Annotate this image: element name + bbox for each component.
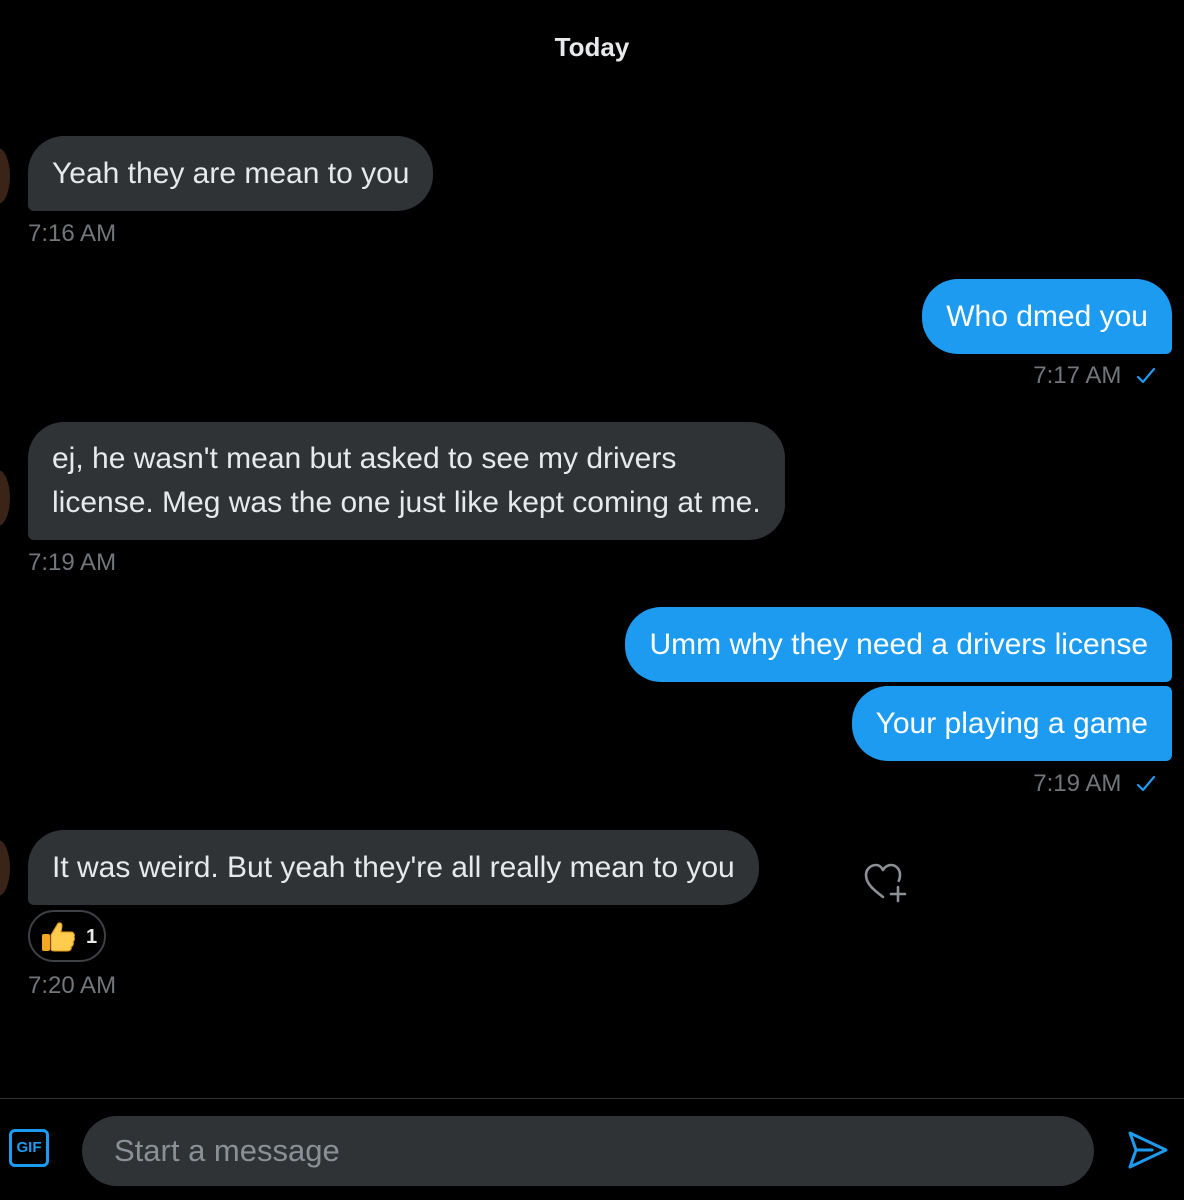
message-text: Your playing a game <box>875 707 1148 740</box>
message-text: Umm why they need a drivers license <box>649 628 1148 661</box>
incoming-message-bubble[interactable]: ej, he wasn't mean but asked to see my d… <box>28 422 785 540</box>
reaction-count: 1 <box>86 926 98 948</box>
message-text: Who dmed you <box>946 300 1148 333</box>
message-timestamp: 7:16 AM <box>28 220 117 247</box>
avatar[interactable] <box>0 470 10 526</box>
message-timestamp: 7:19 AM <box>28 549 117 576</box>
message-input[interactable] <box>82 1116 1094 1186</box>
gif-button[interactable]: GIF <box>9 1129 49 1167</box>
avatar[interactable] <box>0 840 10 896</box>
outgoing-message-bubble[interactable]: Your playing a game <box>851 686 1172 761</box>
message-timestamp: 7:17 AM <box>1033 362 1122 389</box>
incoming-message-bubble[interactable]: It was weird. But yeah they're all reall… <box>28 830 759 905</box>
outgoing-message-bubble[interactable]: Who dmed you <box>922 279 1172 354</box>
composer-bar: GIF <box>0 1098 1184 1200</box>
thumbs-up-icon <box>42 922 75 952</box>
message-text: Yeah they are mean to you <box>52 157 410 190</box>
message-timestamp-row: 7:17 AM <box>1033 362 1156 390</box>
avatar[interactable] <box>0 148 10 204</box>
send-icon[interactable] <box>1126 1129 1170 1171</box>
message-timestamp: 7:20 AM <box>28 972 117 999</box>
reaction-chip[interactable]: 1 <box>28 910 106 962</box>
read-check-icon <box>1136 367 1156 384</box>
message-text: It was weird. But yeah they're all reall… <box>52 851 735 884</box>
outgoing-message-bubble[interactable]: Umm why they need a drivers license <box>625 607 1172 682</box>
date-header: Today <box>554 32 630 62</box>
incoming-message-bubble[interactable]: Yeah they are mean to you <box>28 136 434 211</box>
add-reaction-heart-icon[interactable] <box>862 860 908 906</box>
message-text-line: license. Meg was the one just like kept … <box>52 486 761 519</box>
read-check-icon <box>1136 775 1156 792</box>
message-timestamp-row: 7:19 AM <box>1033 770 1156 798</box>
message-text-line: ej, he wasn't mean but asked to see my d… <box>52 442 677 475</box>
message-timestamp: 7:19 AM <box>1033 770 1122 797</box>
